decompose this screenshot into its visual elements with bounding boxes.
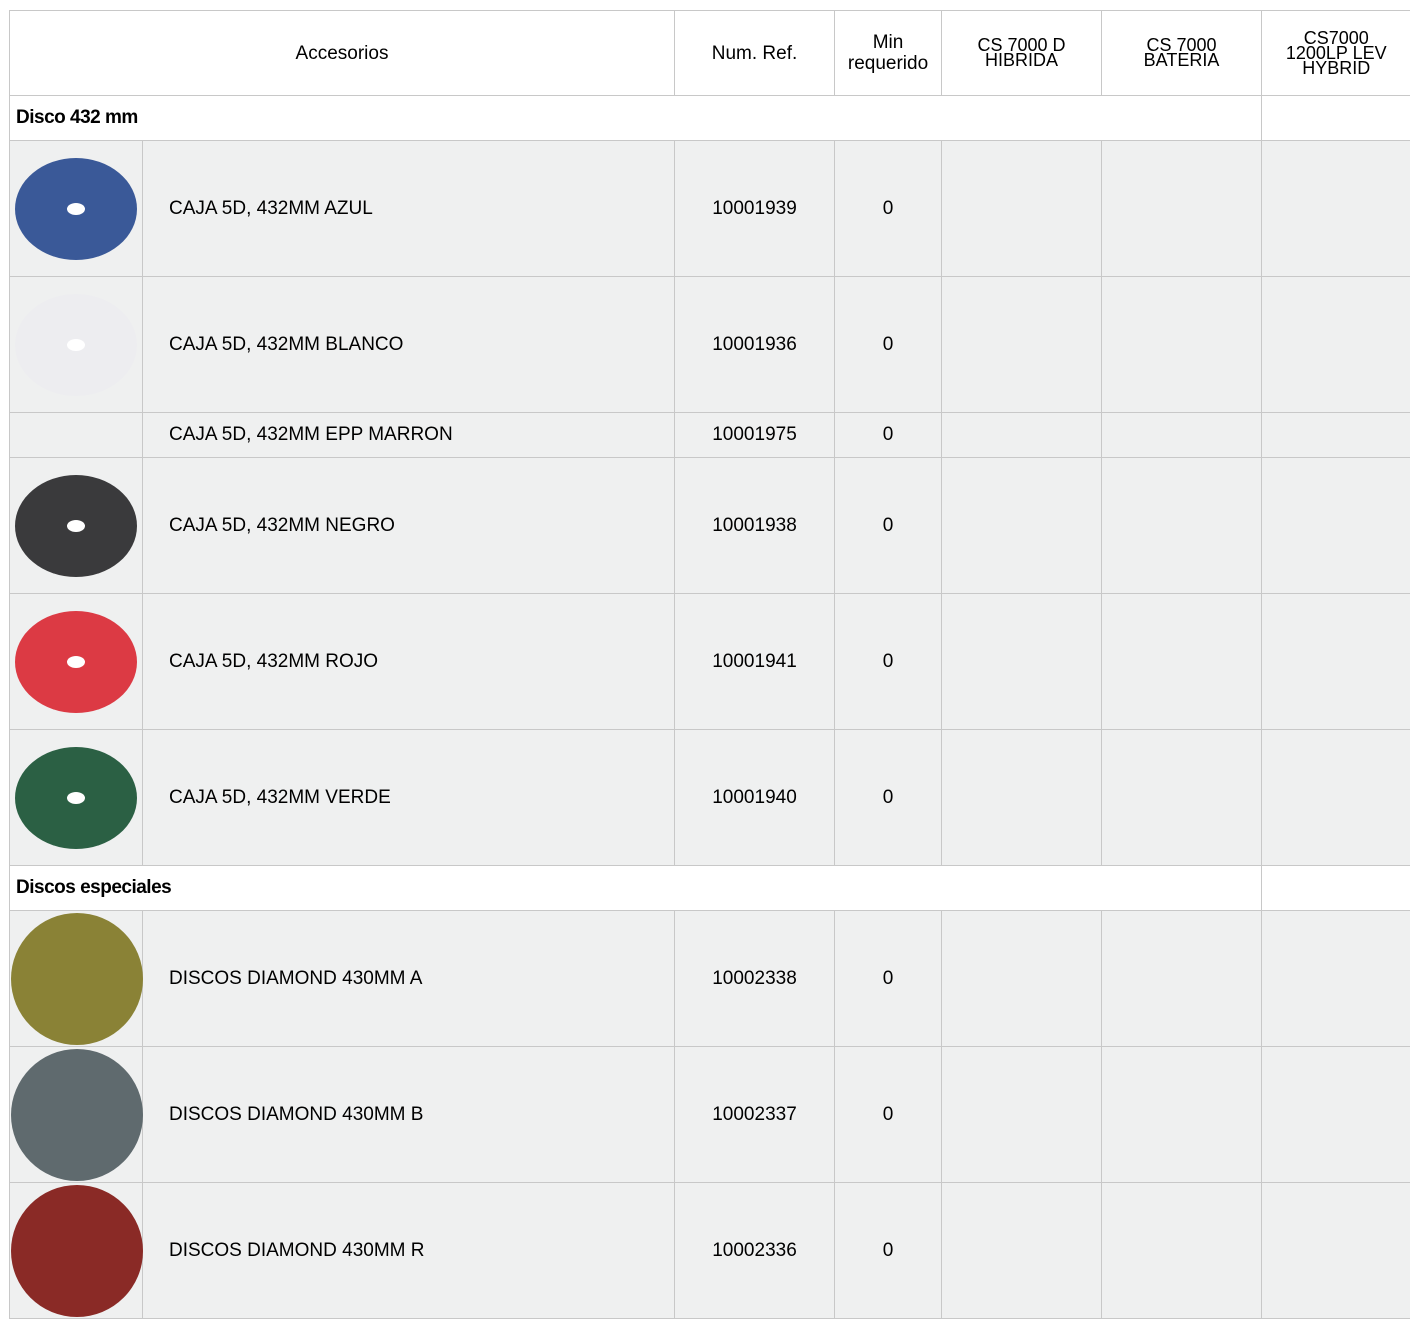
table-row: CAJA 5D, 432MM AZUL100019390 — [10, 141, 1410, 277]
red-pad-icon — [14, 610, 138, 714]
diamond-pad-b-icon — [10, 1048, 144, 1182]
header-cs7000-1200lp-lev-hybrid: CS70001200LP LEVHYBRID — [1262, 11, 1410, 96]
min-required-value: 0 — [835, 458, 942, 594]
product-image-cell — [10, 141, 143, 277]
compat-cs7000-bateria — [1102, 141, 1262, 277]
min-required-value: 0 — [835, 141, 942, 277]
compat-cs7000d-hibrida — [942, 911, 1102, 1047]
compat-cs7000-1200lp-lev-hybrid — [1262, 413, 1410, 458]
product-image-cell — [10, 277, 143, 413]
min-required-value: 0 — [835, 911, 942, 1047]
table-row: CAJA 5D, 432MM EPP MARRON100019750 — [10, 413, 1410, 458]
product-image-cell — [10, 1047, 143, 1183]
product-name: CAJA 5D, 432MM NEGRO — [143, 458, 675, 594]
header-num-ref: Num. Ref. — [675, 11, 835, 96]
product-name: CAJA 5D, 432MM VERDE — [143, 730, 675, 866]
compat-cs7000d-hibrida — [942, 1183, 1102, 1319]
product-name: CAJA 5D, 432MM BLANCO — [143, 277, 675, 413]
product-image-cell — [10, 413, 143, 458]
black-pad-icon — [14, 474, 138, 578]
product-name: DISCOS DIAMOND 430MM B — [143, 1047, 675, 1183]
min-required-value: 0 — [835, 1183, 942, 1319]
product-ref-number: 10002337 — [675, 1047, 835, 1183]
header-accesorios: Accesorios — [10, 11, 675, 96]
compat-cs7000d-hibrida — [942, 730, 1102, 866]
compat-cs7000-bateria — [1102, 277, 1262, 413]
product-name: CAJA 5D, 432MM ROJO — [143, 594, 675, 730]
product-ref-number: 10001941 — [675, 594, 835, 730]
section-title: Discos especiales — [10, 866, 1262, 911]
white-pad-icon — [14, 293, 138, 397]
min-required-value: 0 — [835, 730, 942, 866]
compat-cs7000-1200lp-lev-hybrid — [1262, 594, 1410, 730]
product-name: DISCOS DIAMOND 430MM R — [143, 1183, 675, 1319]
section-header-end-cell — [1262, 866, 1410, 911]
compat-cs7000-1200lp-lev-hybrid — [1262, 1183, 1410, 1319]
min-required-value: 0 — [835, 413, 942, 458]
compat-cs7000-1200lp-lev-hybrid — [1262, 458, 1410, 594]
compat-cs7000d-hibrida — [942, 141, 1102, 277]
accessories-table: Accesorios Num. Ref. Minrequerido CS 700… — [9, 10, 1410, 1319]
product-name: DISCOS DIAMOND 430MM A — [143, 911, 675, 1047]
product-ref-number: 10001938 — [675, 458, 835, 594]
compat-cs7000d-hibrida — [942, 413, 1102, 458]
product-image-cell — [10, 911, 143, 1047]
table-header-row: Accesorios Num. Ref. Minrequerido CS 700… — [10, 11, 1410, 96]
header-cs7000-bateria: CS 7000BATERIA — [1102, 11, 1262, 96]
compat-cs7000-bateria — [1102, 413, 1262, 458]
header-min-requerido: Minrequerido — [835, 11, 942, 96]
table-row: DISCOS DIAMOND 430MM R100023360 — [10, 1183, 1410, 1319]
product-ref-number: 10001939 — [675, 141, 835, 277]
compat-cs7000-bateria — [1102, 458, 1262, 594]
product-ref-number: 10001975 — [675, 413, 835, 458]
header-cs7000d-hibrida: CS 7000 DHIBRIDA — [942, 11, 1102, 96]
green-pad-icon — [14, 746, 138, 850]
section-header-row: Discos especiales — [10, 866, 1410, 911]
product-name: CAJA 5D, 432MM AZUL — [143, 141, 675, 277]
product-ref-number: 10002336 — [675, 1183, 835, 1319]
compat-cs7000-1200lp-lev-hybrid — [1262, 1047, 1410, 1183]
table-body: Disco 432 mmCAJA 5D, 432MM AZUL100019390… — [10, 96, 1410, 1319]
compat-cs7000d-hibrida — [942, 1047, 1102, 1183]
product-name: CAJA 5D, 432MM EPP MARRON — [143, 413, 675, 458]
min-required-value: 0 — [835, 277, 942, 413]
compat-cs7000-1200lp-lev-hybrid — [1262, 730, 1410, 866]
blue-pad-icon — [14, 157, 138, 261]
product-ref-number: 10002338 — [675, 911, 835, 1047]
compat-cs7000-bateria — [1102, 1183, 1262, 1319]
product-ref-number: 10001940 — [675, 730, 835, 866]
diamond-pad-r-icon — [10, 1184, 144, 1318]
product-image-cell — [10, 458, 143, 594]
section-header-end-cell — [1262, 96, 1410, 141]
compat-cs7000-bateria — [1102, 730, 1262, 866]
compat-cs7000-1200lp-lev-hybrid — [1262, 911, 1410, 1047]
table-row: DISCOS DIAMOND 430MM A100023380 — [10, 911, 1410, 1047]
min-required-value: 0 — [835, 1047, 942, 1183]
min-required-value: 0 — [835, 594, 942, 730]
table-row: CAJA 5D, 432MM VERDE100019400 — [10, 730, 1410, 866]
compat-cs7000d-hibrida — [942, 458, 1102, 594]
table-row: CAJA 5D, 432MM ROJO100019410 — [10, 594, 1410, 730]
product-image-cell — [10, 594, 143, 730]
product-ref-number: 10001936 — [675, 277, 835, 413]
compat-cs7000d-hibrida — [942, 277, 1102, 413]
compat-cs7000-bateria — [1102, 1047, 1262, 1183]
section-title: Disco 432 mm — [10, 96, 1262, 141]
compat-cs7000-bateria — [1102, 911, 1262, 1047]
product-image-cell — [10, 1183, 143, 1319]
compat-cs7000d-hibrida — [942, 594, 1102, 730]
table-row: CAJA 5D, 432MM BLANCO100019360 — [10, 277, 1410, 413]
table-row: DISCOS DIAMOND 430MM B100023370 — [10, 1047, 1410, 1183]
compat-cs7000-1200lp-lev-hybrid — [1262, 277, 1410, 413]
section-header-row: Disco 432 mm — [10, 96, 1410, 141]
table-row: CAJA 5D, 432MM NEGRO100019380 — [10, 458, 1410, 594]
compat-cs7000-bateria — [1102, 594, 1262, 730]
diamond-pad-a-icon — [10, 912, 144, 1046]
product-image-cell — [10, 730, 143, 866]
compat-cs7000-1200lp-lev-hybrid — [1262, 141, 1410, 277]
